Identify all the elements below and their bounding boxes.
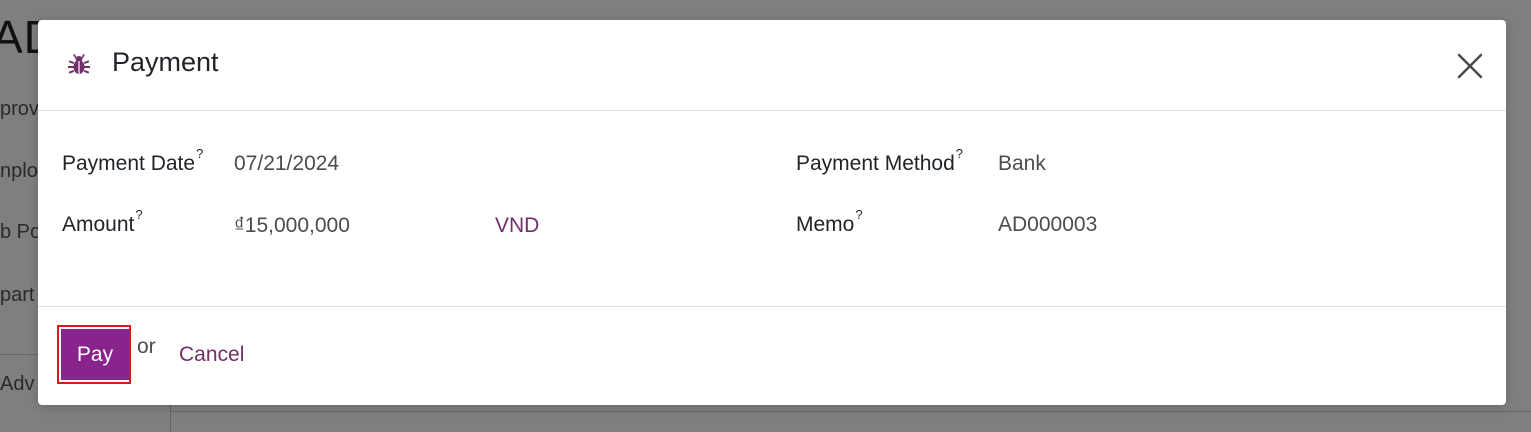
help-tooltip-icon[interactable]: ? [135, 207, 142, 222]
bug-icon [66, 52, 92, 78]
cancel-button[interactable]: Cancel [179, 343, 244, 367]
close-icon[interactable] [1454, 50, 1486, 82]
dialog-title: Payment [112, 47, 219, 77]
pay-button[interactable]: Pay [61, 329, 129, 380]
or-separator: or [137, 335, 156, 358]
help-tooltip-icon[interactable]: ? [855, 207, 862, 222]
memo-label: Memo? [796, 207, 863, 236]
help-tooltip-icon[interactable]: ? [956, 146, 963, 161]
amount-label: Amount? [62, 207, 143, 236]
memo-field[interactable]: AD000003 [998, 213, 1097, 237]
payment-method-label: Payment Method? [796, 146, 963, 175]
payment-date-field[interactable]: 07/21/2024 [234, 152, 339, 176]
amount-field[interactable]: ₫15,000,000 [234, 214, 350, 238]
help-tooltip-icon[interactable]: ? [196, 146, 203, 161]
dialog-header: Payment [38, 20, 1506, 111]
dialog-footer: Pay or Cancel [38, 306, 1506, 406]
payment-date-label: Payment Date? [62, 146, 204, 175]
payment-method-field[interactable]: Bank [998, 152, 1046, 176]
payment-dialog: Payment Payment Date? 07/21/2024 Amount?… [38, 20, 1506, 405]
currency-select[interactable]: VND [495, 214, 539, 238]
